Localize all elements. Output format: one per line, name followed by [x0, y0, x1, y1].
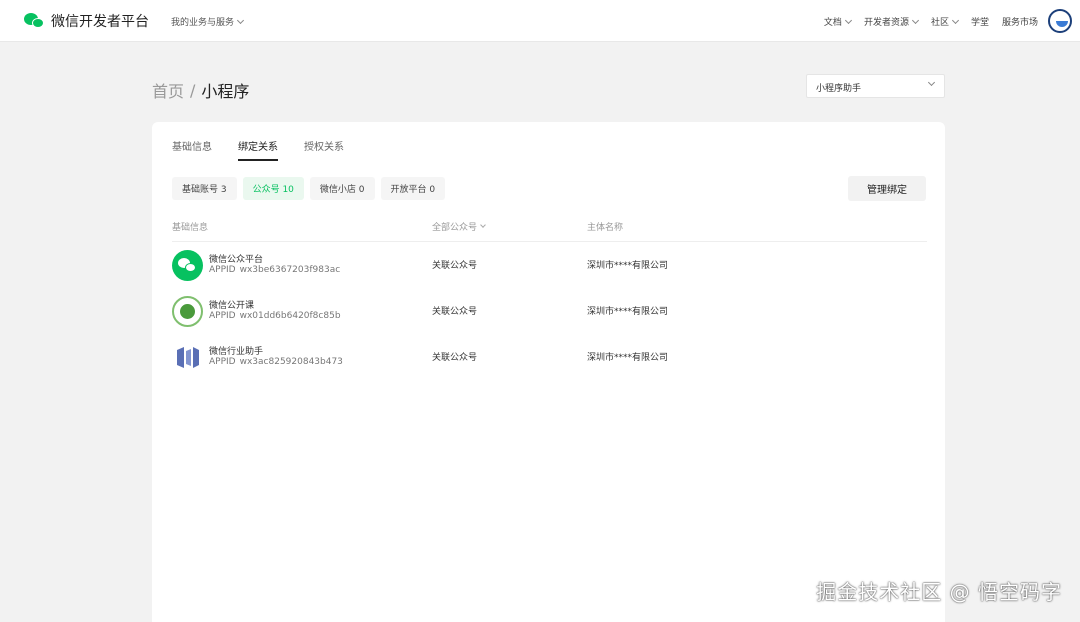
nav-label: 文档: [823, 18, 842, 28]
account-name: 微信公开课: [209, 301, 255, 311]
appid-label: APPID: [209, 265, 236, 275]
chevron-down-icon: [236, 16, 245, 24]
chip-official-accounts[interactable]: 公众号 10: [242, 177, 304, 200]
app-select[interactable]: 小程序助手: [806, 74, 945, 98]
column-header-label: 全部公众号: [432, 223, 478, 233]
nav-academy[interactable]: 学堂: [971, 15, 989, 28]
account-relation: 关联公众号: [432, 307, 478, 317]
wechat-logo-icon: [172, 250, 203, 281]
breadcrumb-separator: /: [190, 80, 196, 100]
table-header: 基础信息 全部公众号 主体名称: [172, 220, 927, 242]
wechat-logo-icon: [24, 11, 46, 31]
breadcrumb: 首页 / 小程序: [152, 78, 249, 102]
appid-value: wx3ac825920843b473: [239, 357, 343, 367]
column-header-owner: 主体名称: [587, 223, 624, 233]
tab-bindings[interactable]: 绑定关系: [238, 138, 278, 161]
chevron-down-icon: [927, 78, 936, 87]
biz-menu[interactable]: 我的业务与服务: [171, 15, 245, 28]
open-class-logo-icon: [172, 296, 203, 327]
brand-name: 微信开发者平台: [51, 14, 149, 30]
account-name: 微信公众平台: [209, 255, 264, 265]
chevron-down-icon: [480, 222, 486, 228]
chip-wechat-store[interactable]: 微信小店 0: [309, 177, 375, 200]
appid-label: APPID: [209, 311, 236, 321]
account-owner: 深圳市****有限公司: [587, 307, 669, 317]
account-relation: 关联公众号: [432, 353, 478, 363]
nav-docs[interactable]: 文档: [823, 15, 852, 28]
nav-dev-resources[interactable]: 开发者资源: [863, 15, 919, 28]
biz-menu-label: 我的业务与服务: [171, 18, 235, 28]
account-appid: APPID wx3be6367203f983ac: [209, 265, 340, 275]
table-row: 微信行业助手 APPID wx3ac825920843b473 关联公众号 深圳市…: [172, 335, 927, 381]
account-appid: APPID wx3ac825920843b473: [209, 357, 343, 367]
app-select-value: 小程序助手: [816, 84, 862, 94]
tab-bar: 基础信息 绑定关系 授权关系: [172, 138, 370, 161]
filter-chips: 基础账号 3 公众号 10 微信小店 0 开放平台 0: [172, 177, 451, 200]
chip-basic-accounts[interactable]: 基础账号 3: [172, 177, 237, 200]
chevron-down-icon: [951, 16, 960, 24]
table-row: 微信公开课 APPID wx01dd6b6420f8c85b 关联公众号 深圳市*…: [172, 289, 927, 335]
nav-service-market[interactable]: 服务市场: [1002, 15, 1038, 28]
industry-assistant-logo-icon: [177, 347, 199, 368]
nav-label: 开发者资源: [863, 18, 909, 28]
account-appid: APPID wx01dd6b6420f8c85b: [209, 311, 341, 321]
chip-open-platform[interactable]: 开放平台 0: [380, 177, 446, 200]
chevron-down-icon: [844, 16, 852, 24]
account-owner: 深圳市****有限公司: [587, 261, 669, 271]
account-name: 微信行业助手: [209, 347, 264, 357]
nav-label: 服务市场: [1001, 18, 1038, 28]
avatar[interactable]: [1048, 9, 1072, 33]
tab-basic-info[interactable]: 基础信息: [172, 138, 212, 161]
chevron-down-icon: [911, 16, 919, 24]
column-header-basic-info: 基础信息: [172, 223, 209, 233]
brand[interactable]: 微信开发者平台: [24, 11, 149, 31]
top-bar: 微信开发者平台 我的业务与服务 文档 开发者资源 社区 学堂 服务市场: [0, 0, 1080, 42]
nav-label: 社区: [930, 18, 949, 28]
tab-authorizations[interactable]: 授权关系: [304, 138, 344, 161]
account-relation: 关联公众号: [432, 261, 478, 271]
manage-bindings-button[interactable]: 管理绑定: [848, 176, 926, 201]
top-nav: 文档 开发者资源 社区 学堂 服务市场: [811, 15, 1038, 28]
column-header-account-filter[interactable]: 全部公众号: [432, 220, 486, 233]
avatar-icon: [1056, 21, 1068, 27]
nav-label: 学堂: [970, 18, 989, 28]
appid-value: wx01dd6b6420f8c85b: [239, 311, 341, 321]
appid-value: wx3be6367203f983ac: [239, 265, 341, 275]
table-row: 微信公众平台 APPID wx3be6367203f983ac 关联公众号 深圳市…: [172, 243, 927, 289]
nav-community[interactable]: 社区: [930, 15, 960, 28]
breadcrumb-home[interactable]: 首页: [152, 78, 184, 102]
watermark: 掘金技术社区 @ 悟空码字: [816, 580, 1062, 604]
account-owner: 深圳市****有限公司: [587, 353, 669, 363]
main-card: 基础信息 绑定关系 授权关系 基础账号 3 公众号 10 微信小店 0 开放平台…: [152, 122, 945, 622]
page-title: 小程序: [201, 82, 250, 101]
appid-label: APPID: [209, 357, 236, 367]
